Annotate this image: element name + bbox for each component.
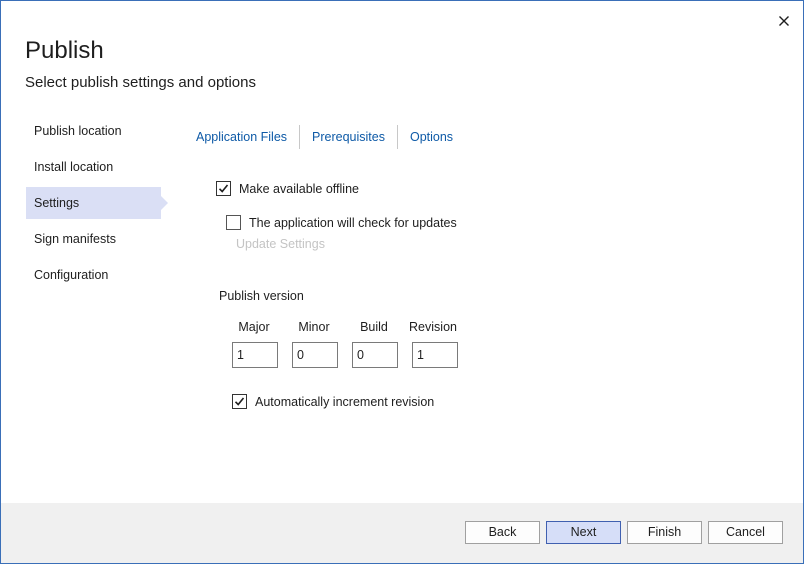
- offline-option: Make available offline: [216, 181, 359, 196]
- tab-options[interactable]: Options: [398, 125, 465, 149]
- sidebar-item-publish-location[interactable]: Publish location: [26, 115, 161, 147]
- minor-label: Minor: [298, 320, 330, 334]
- check-updates-checkbox[interactable]: [226, 215, 241, 230]
- checkmark-icon: [218, 184, 229, 193]
- finish-button[interactable]: Finish: [627, 521, 702, 544]
- offline-checkbox[interactable]: [216, 181, 231, 196]
- minor-input[interactable]: [292, 342, 338, 368]
- close-icon: [779, 16, 789, 26]
- tab-application-files[interactable]: Application Files: [184, 125, 299, 149]
- publish-version-label: Publish version: [219, 289, 304, 303]
- sidebar-item-configuration[interactable]: Configuration: [26, 259, 161, 291]
- revision-label: Revision: [409, 320, 457, 334]
- build-input[interactable]: [352, 342, 398, 368]
- dialog-subtitle: Select publish settings and options: [25, 74, 256, 91]
- check-updates-label: The application will check for updates: [249, 215, 457, 230]
- auto-increment-label: Automatically increment revision: [255, 394, 435, 409]
- settings-tabs: Application Files Prerequisites Options: [184, 125, 465, 149]
- major-label: Major: [238, 320, 270, 334]
- close-button[interactable]: [771, 9, 797, 33]
- auto-increment-checkbox[interactable]: [232, 394, 247, 409]
- tab-prerequisites[interactable]: Prerequisites: [300, 125, 397, 149]
- back-button[interactable]: Back: [465, 521, 540, 544]
- cancel-button[interactable]: Cancel: [708, 521, 783, 544]
- sidebar-item-sign-manifests[interactable]: Sign manifests: [26, 223, 161, 255]
- publish-dialog: Publish Select publish settings and opti…: [0, 0, 804, 564]
- sidebar-item-settings[interactable]: Settings: [26, 187, 168, 219]
- next-button[interactable]: Next: [546, 521, 621, 544]
- auto-increment-option: Automatically increment revision: [232, 394, 434, 409]
- checkmark-icon: [234, 397, 245, 406]
- major-input[interactable]: [232, 342, 278, 368]
- sidebar-nav: Publish location Install location Settin…: [26, 115, 171, 295]
- build-label: Build: [360, 320, 388, 334]
- offline-label: Make available offline: [239, 181, 359, 196]
- dialog-title: Publish: [25, 37, 104, 64]
- check-updates-option: The application will check for updates: [226, 215, 457, 230]
- revision-input[interactable]: [412, 342, 458, 368]
- update-settings-button[interactable]: Update Settings: [236, 237, 325, 251]
- sidebar-item-install-location[interactable]: Install location: [26, 151, 161, 183]
